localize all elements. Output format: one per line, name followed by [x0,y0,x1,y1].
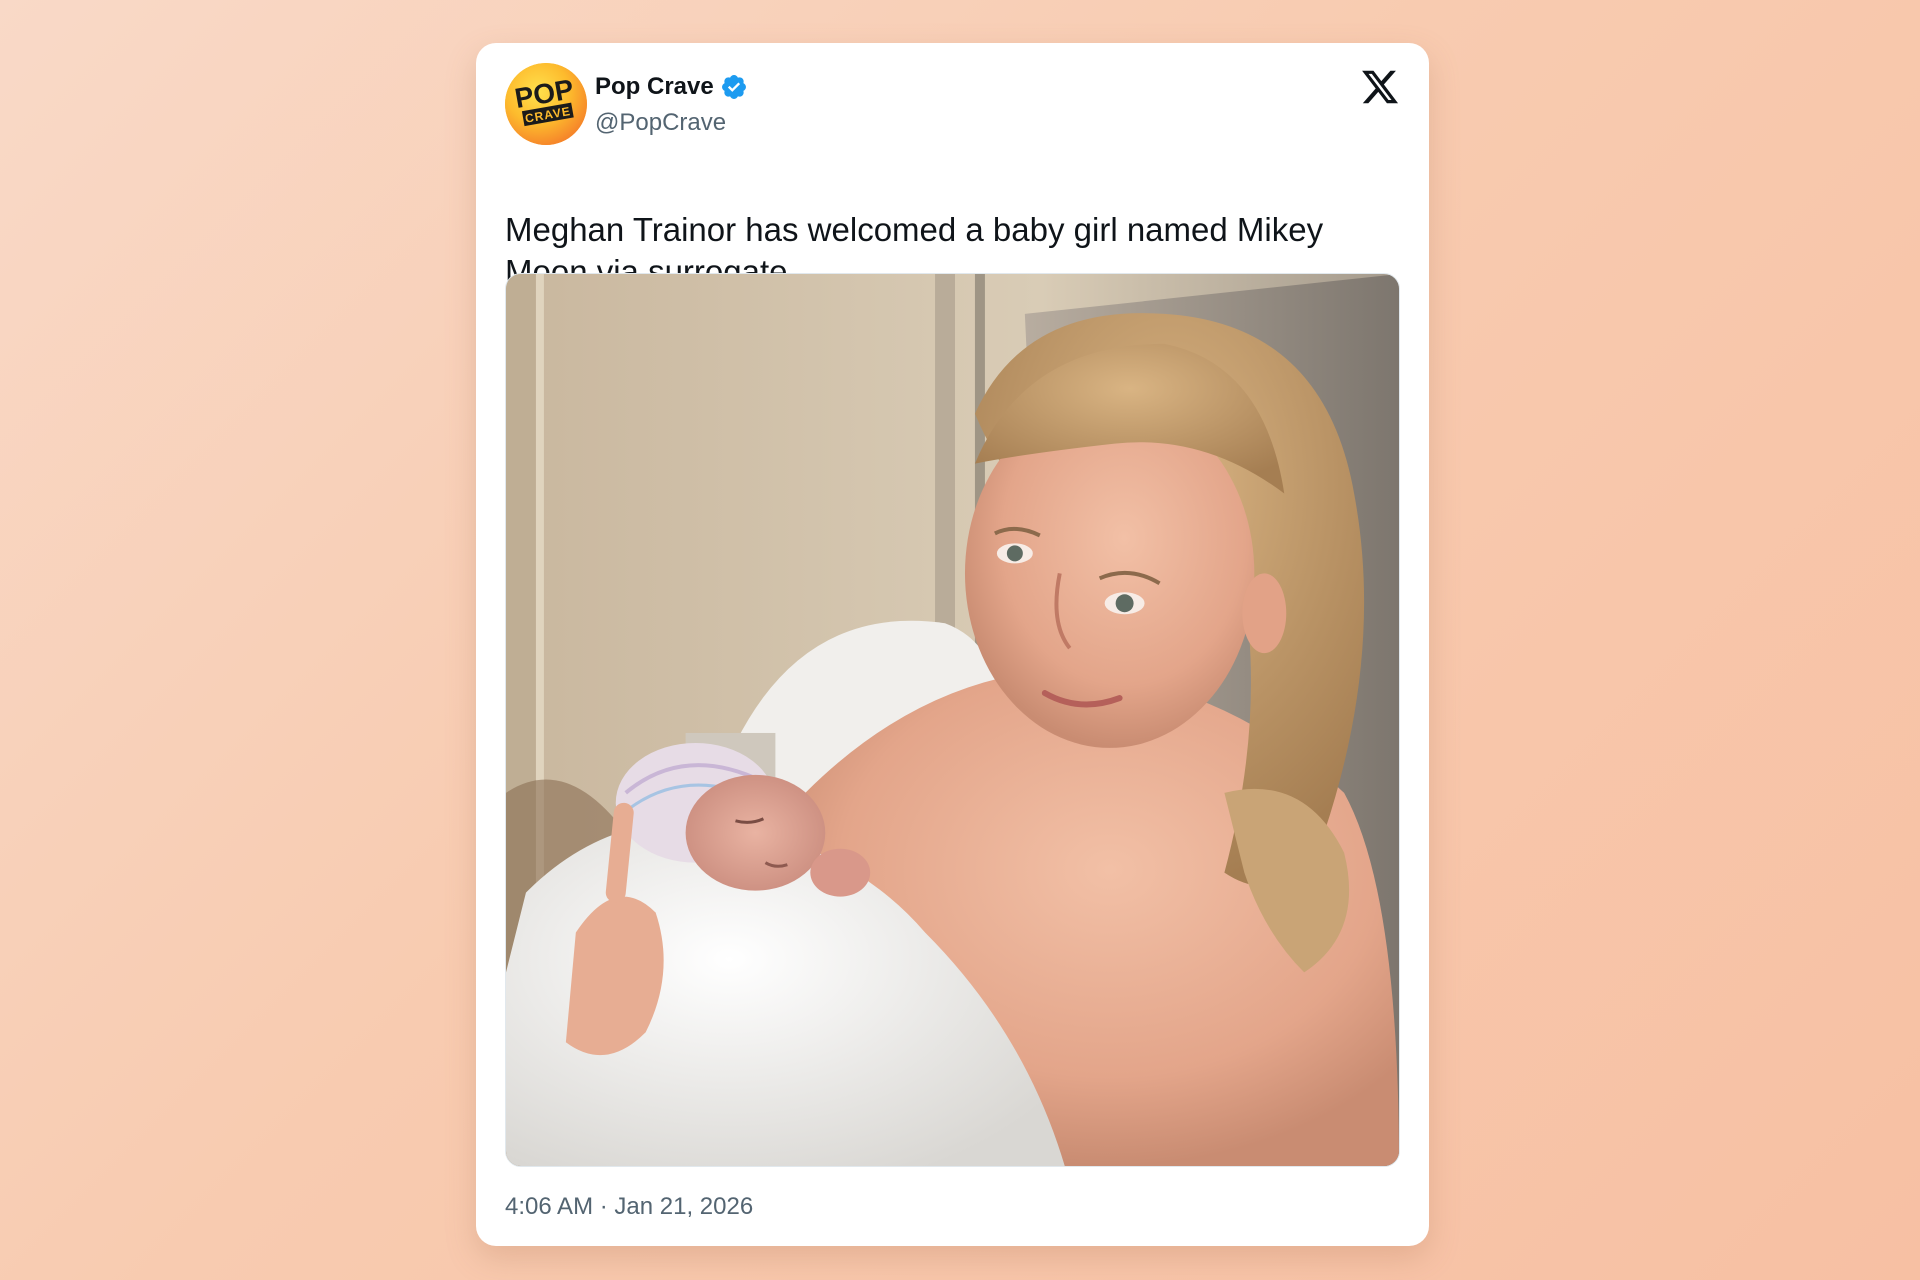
author-names: Pop Crave @PopCrave [595,71,748,137]
avatar[interactable]: POP CRAVE [505,63,587,145]
author-handle[interactable]: @PopCrave [595,109,748,137]
tweet-media-photo[interactable] [505,273,1400,1167]
tweet-card[interactable]: POP CRAVE Pop Crave @PopCrave Meghan Tra… [476,43,1429,1246]
x-logo-icon[interactable] [1360,67,1400,107]
verified-badge-icon [721,75,746,99]
pop-crave-logo-icon: POP CRAVE [505,63,587,145]
author-display-name[interactable]: Pop Crave [595,73,714,101]
display-name-row: Pop Crave [595,71,748,103]
photo-mother-holding-newborn [506,274,1399,1166]
tweet-timestamp[interactable]: 4:06 AM · Jan 21, 2026 [505,1193,753,1221]
tweet-header: POP CRAVE Pop Crave @PopCrave [505,63,1400,147]
